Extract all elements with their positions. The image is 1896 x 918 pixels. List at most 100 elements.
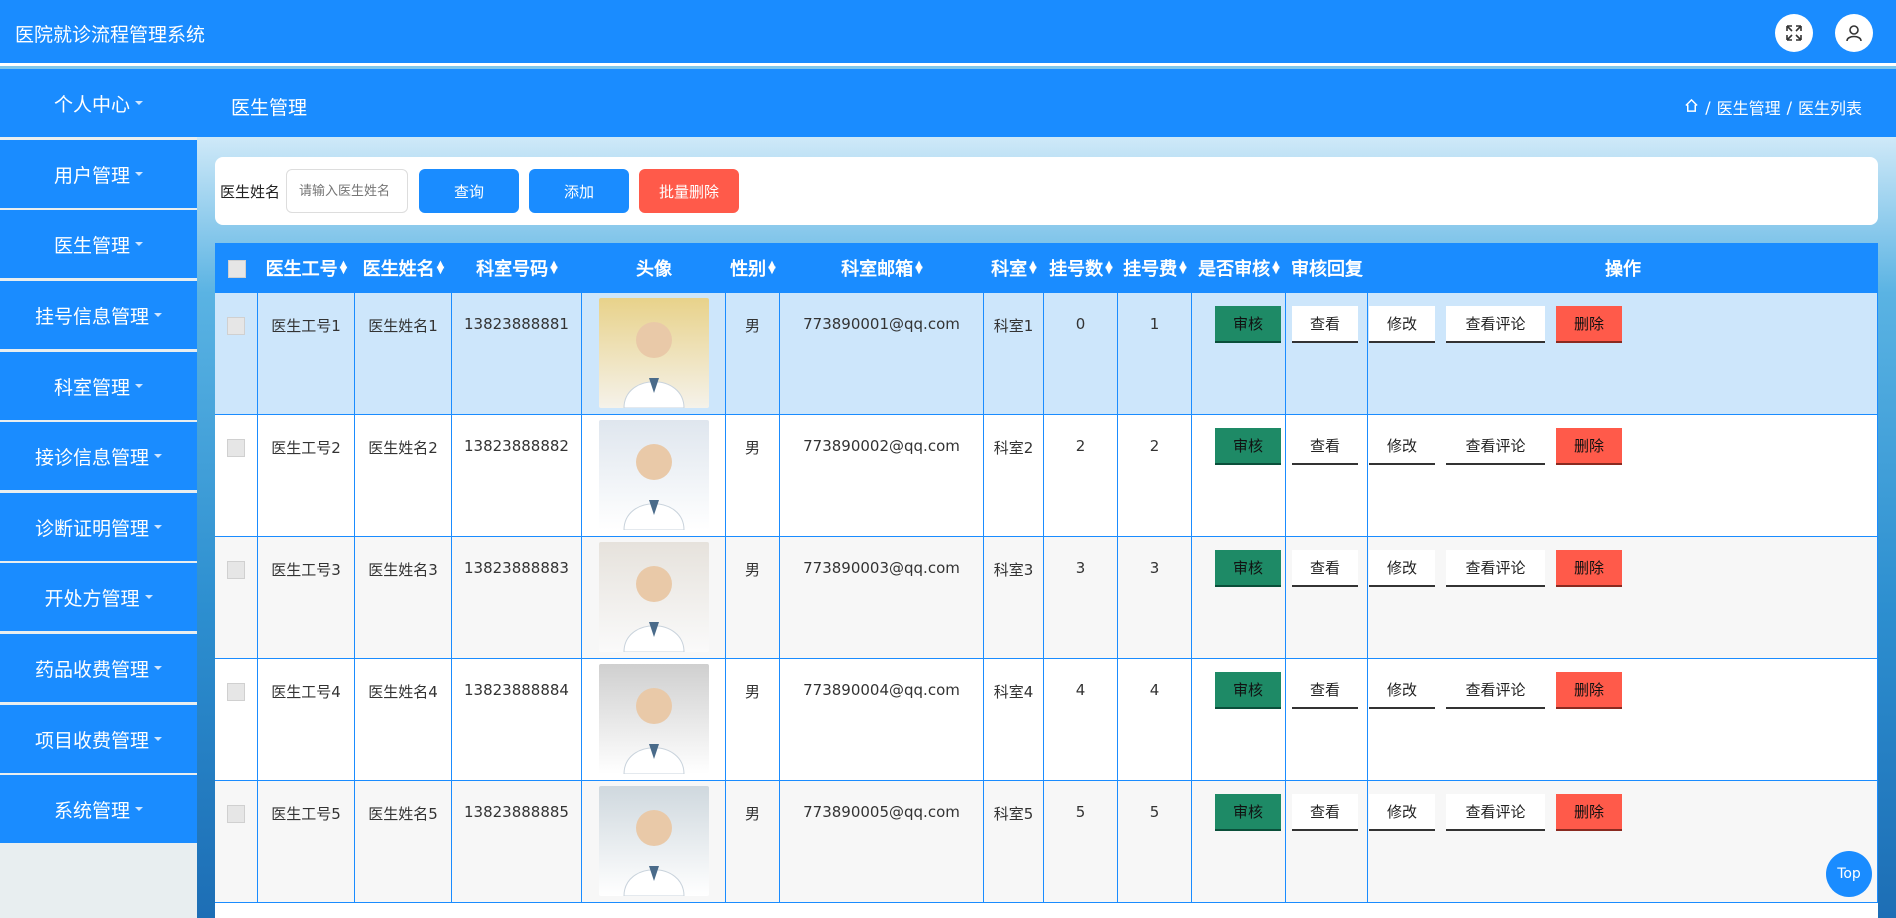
- row-phone: 13823888881: [464, 315, 569, 333]
- batch-delete-button[interactable]: 批量删除: [639, 169, 739, 213]
- table-cell: 2: [1118, 415, 1192, 537]
- sidebar-item-item-fees[interactable]: 项目收费管理: [0, 705, 197, 773]
- approve-button[interactable]: 审核: [1215, 794, 1281, 831]
- row-checkbox[interactable]: [227, 683, 245, 701]
- approve-button[interactable]: 审核: [1215, 306, 1281, 343]
- table-cell: [582, 537, 726, 659]
- view-comments-button[interactable]: 查看评论: [1446, 794, 1545, 831]
- table-cell: 1: [1118, 293, 1192, 415]
- approve-button[interactable]: 审核: [1215, 428, 1281, 465]
- add-button[interactable]: 添加: [529, 169, 629, 213]
- row-checkbox[interactable]: [227, 439, 245, 457]
- table-header: 医生工号 ▲ ▼ 医生姓名 ▲ ▼ 科室号码 ▲ ▼ 头像 性别 ▲ ▼ 科室邮箱 ▲ ▼ 科室 ▲ ▼…: [215, 243, 1878, 293]
- column-header[interactable]: 是否审核 ▲ ▼: [1192, 243, 1286, 293]
- doctor-avatar: [598, 664, 709, 775]
- row-checkbox[interactable]: [227, 317, 245, 335]
- delete-button[interactable]: 删除: [1556, 672, 1622, 709]
- delete-button[interactable]: 删除: [1556, 550, 1622, 587]
- row-checkbox[interactable]: [227, 805, 245, 823]
- chevron-down-icon: [154, 737, 162, 741]
- edit-button[interactable]: 修改: [1369, 428, 1435, 465]
- delete-button[interactable]: 删除: [1556, 428, 1622, 465]
- edit-button[interactable]: 修改: [1369, 672, 1435, 709]
- row-phone: 13823888884: [464, 681, 569, 699]
- row-dept: 科室3: [993, 561, 1034, 579]
- table-row[interactable]: 医生工号2 医生姓名2 13823888882 男 773890002@qq.com 科室…: [215, 415, 1878, 537]
- top-bar: 医院就诊流程管理系统: [0, 0, 1896, 66]
- delete-button[interactable]: 删除: [1556, 306, 1622, 343]
- column-header: 操作: [1605, 259, 1641, 280]
- table-cell: 2: [1044, 415, 1118, 537]
- search-input[interactable]: [286, 169, 408, 213]
- row-count: 4: [1075, 681, 1086, 699]
- back-to-top-button[interactable]: Top: [1826, 851, 1872, 897]
- view-button[interactable]: 查看: [1292, 306, 1358, 343]
- view-comments-button[interactable]: 查看评论: [1446, 306, 1545, 343]
- fullscreen-icon[interactable]: [1775, 14, 1813, 52]
- row-dept: 科室2: [993, 439, 1034, 457]
- view-button[interactable]: 查看: [1292, 428, 1358, 465]
- home-icon[interactable]: [1684, 98, 1699, 117]
- delete-button[interactable]: 删除: [1556, 794, 1622, 831]
- sidebar-item-departments[interactable]: 科室管理: [0, 352, 197, 420]
- sidebar-item-diagnosis[interactable]: 诊断证明管理: [0, 493, 197, 561]
- table-cell: 773890001@qq.com: [780, 293, 984, 415]
- row-count: 2: [1075, 437, 1086, 455]
- view-button[interactable]: 查看: [1292, 794, 1358, 831]
- sidebar-item-reception[interactable]: 接诊信息管理: [0, 422, 197, 490]
- column-header[interactable]: 性别 ▲ ▼: [726, 243, 780, 293]
- table-cell: 4: [1118, 659, 1192, 781]
- edit-button[interactable]: 修改: [1369, 794, 1435, 831]
- table-row[interactable]: 医生工号3 医生姓名3 13823888883 男 773890003@qq.com 科室…: [215, 537, 1878, 659]
- sidebar-item-users[interactable]: 用户管理: [0, 140, 197, 208]
- row-email: 773890003@qq.com: [803, 559, 960, 577]
- view-button[interactable]: 查看: [1292, 550, 1358, 587]
- table-cell: 审核 查看 修改 查看评论 删除: [1215, 659, 1878, 781]
- table-row[interactable]: 医生工号4 医生姓名4 13823888884 男 773890004@qq.com 科室…: [215, 659, 1878, 781]
- row-fee: 3: [1149, 559, 1160, 577]
- row-count: 5: [1075, 803, 1086, 821]
- query-button[interactable]: 查询: [419, 169, 519, 213]
- table-cell: 3: [1044, 537, 1118, 659]
- column-header[interactable]: 挂号费 ▲ ▼: [1118, 243, 1192, 293]
- table-row[interactable]: 医生工号5 医生姓名5 13823888885 男 773890005@qq.com 科室…: [215, 781, 1878, 903]
- breadcrumb-item-doctor-management[interactable]: 医生管理: [1717, 95, 1781, 119]
- breadcrumb: / 医生管理 / 医生列表: [1684, 95, 1862, 119]
- table-cell: 13823888883: [452, 537, 582, 659]
- approve-button[interactable]: 审核: [1215, 672, 1281, 709]
- sort-icon: ▲ ▼: [915, 259, 923, 276]
- sort-icon: ▲ ▼: [550, 259, 558, 276]
- user-icon[interactable]: [1835, 14, 1873, 52]
- column-header[interactable]: 挂号数 ▲ ▼: [1044, 243, 1118, 293]
- row-name: 医生姓名3: [368, 561, 438, 579]
- doctor-avatar: [598, 542, 709, 653]
- view-comments-button[interactable]: 查看评论: [1446, 428, 1545, 465]
- view-comments-button[interactable]: 查看评论: [1446, 672, 1545, 709]
- sidebar-item-prescription[interactable]: 开处方管理: [0, 563, 197, 631]
- sidebar-item-system[interactable]: 系统管理: [0, 775, 197, 843]
- row-count: 0: [1075, 315, 1086, 333]
- approve-button[interactable]: 审核: [1215, 550, 1281, 587]
- sidebar-item-personal-center[interactable]: 个人中心: [0, 69, 197, 137]
- select-all-cell: [215, 243, 258, 293]
- sidebar-item-drug-fees[interactable]: 药品收费管理: [0, 634, 197, 702]
- sidebar-item-doctors[interactable]: 医生管理: [0, 210, 197, 278]
- table-cell: 5: [1044, 781, 1118, 903]
- edit-button[interactable]: 修改: [1369, 306, 1435, 343]
- column-header[interactable]: 科室 ▲ ▼: [984, 243, 1044, 293]
- column-header[interactable]: 医生姓名 ▲ ▼: [355, 243, 452, 293]
- sidebar-item-registration[interactable]: 挂号信息管理: [0, 281, 197, 349]
- view-button[interactable]: 查看: [1292, 672, 1358, 709]
- chevron-down-icon: [135, 384, 143, 388]
- select-all-checkbox[interactable]: [227, 260, 246, 278]
- table-cell: [215, 781, 258, 903]
- sort-icon: ▲ ▼: [339, 259, 348, 276]
- column-header[interactable]: 科室邮箱 ▲ ▼: [780, 243, 984, 293]
- chevron-down-icon: [135, 172, 143, 176]
- row-checkbox[interactable]: [227, 561, 245, 579]
- edit-button[interactable]: 修改: [1369, 550, 1435, 587]
- view-comments-button[interactable]: 查看评论: [1446, 550, 1545, 587]
- column-header[interactable]: 医生工号 ▲ ▼: [258, 243, 355, 293]
- table-row[interactable]: 医生工号1 医生姓名1 13823888881 男 773890001@qq.com 科室…: [215, 293, 1878, 415]
- column-header[interactable]: 科室号码 ▲ ▼: [452, 243, 582, 293]
